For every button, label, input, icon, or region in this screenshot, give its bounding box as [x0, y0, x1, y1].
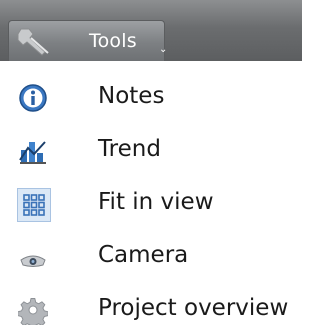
menu-item-label: Trend	[98, 136, 161, 162]
menu-item-trend[interactable]: Trend	[0, 124, 302, 176]
toolbar: Tools ⌄	[0, 0, 302, 61]
menu-item-notes[interactable]: Notes	[0, 71, 302, 123]
wrench-icon	[17, 28, 49, 56]
chevron-down-icon: ⌄	[159, 44, 168, 55]
menu-item-label: Camera	[98, 242, 189, 268]
grid-fit-icon	[23, 194, 45, 216]
menu-item-fit-in-view[interactable]: Fit in view	[0, 177, 302, 229]
menu-item-label: Notes	[98, 83, 165, 109]
camera-icon	[20, 255, 46, 267]
tools-dropdown-menu: Notes Trend Fit in view Camera Project o…	[0, 61, 302, 325]
menu-item-camera[interactable]: Camera	[0, 230, 302, 282]
menu-item-label: Fit in view	[98, 189, 214, 215]
info-icon	[19, 84, 47, 112]
grid-fit-icon-frame	[17, 188, 51, 222]
trend-chart-icon	[19, 141, 46, 164]
tools-menu-label: Tools	[89, 30, 137, 52]
menu-item-label: Project overview	[98, 295, 289, 321]
gear-icon	[18, 298, 48, 325]
tools-menu-button[interactable]: Tools ⌄	[8, 20, 168, 61]
menu-item-project-overview[interactable]: Project overview	[0, 283, 302, 335]
